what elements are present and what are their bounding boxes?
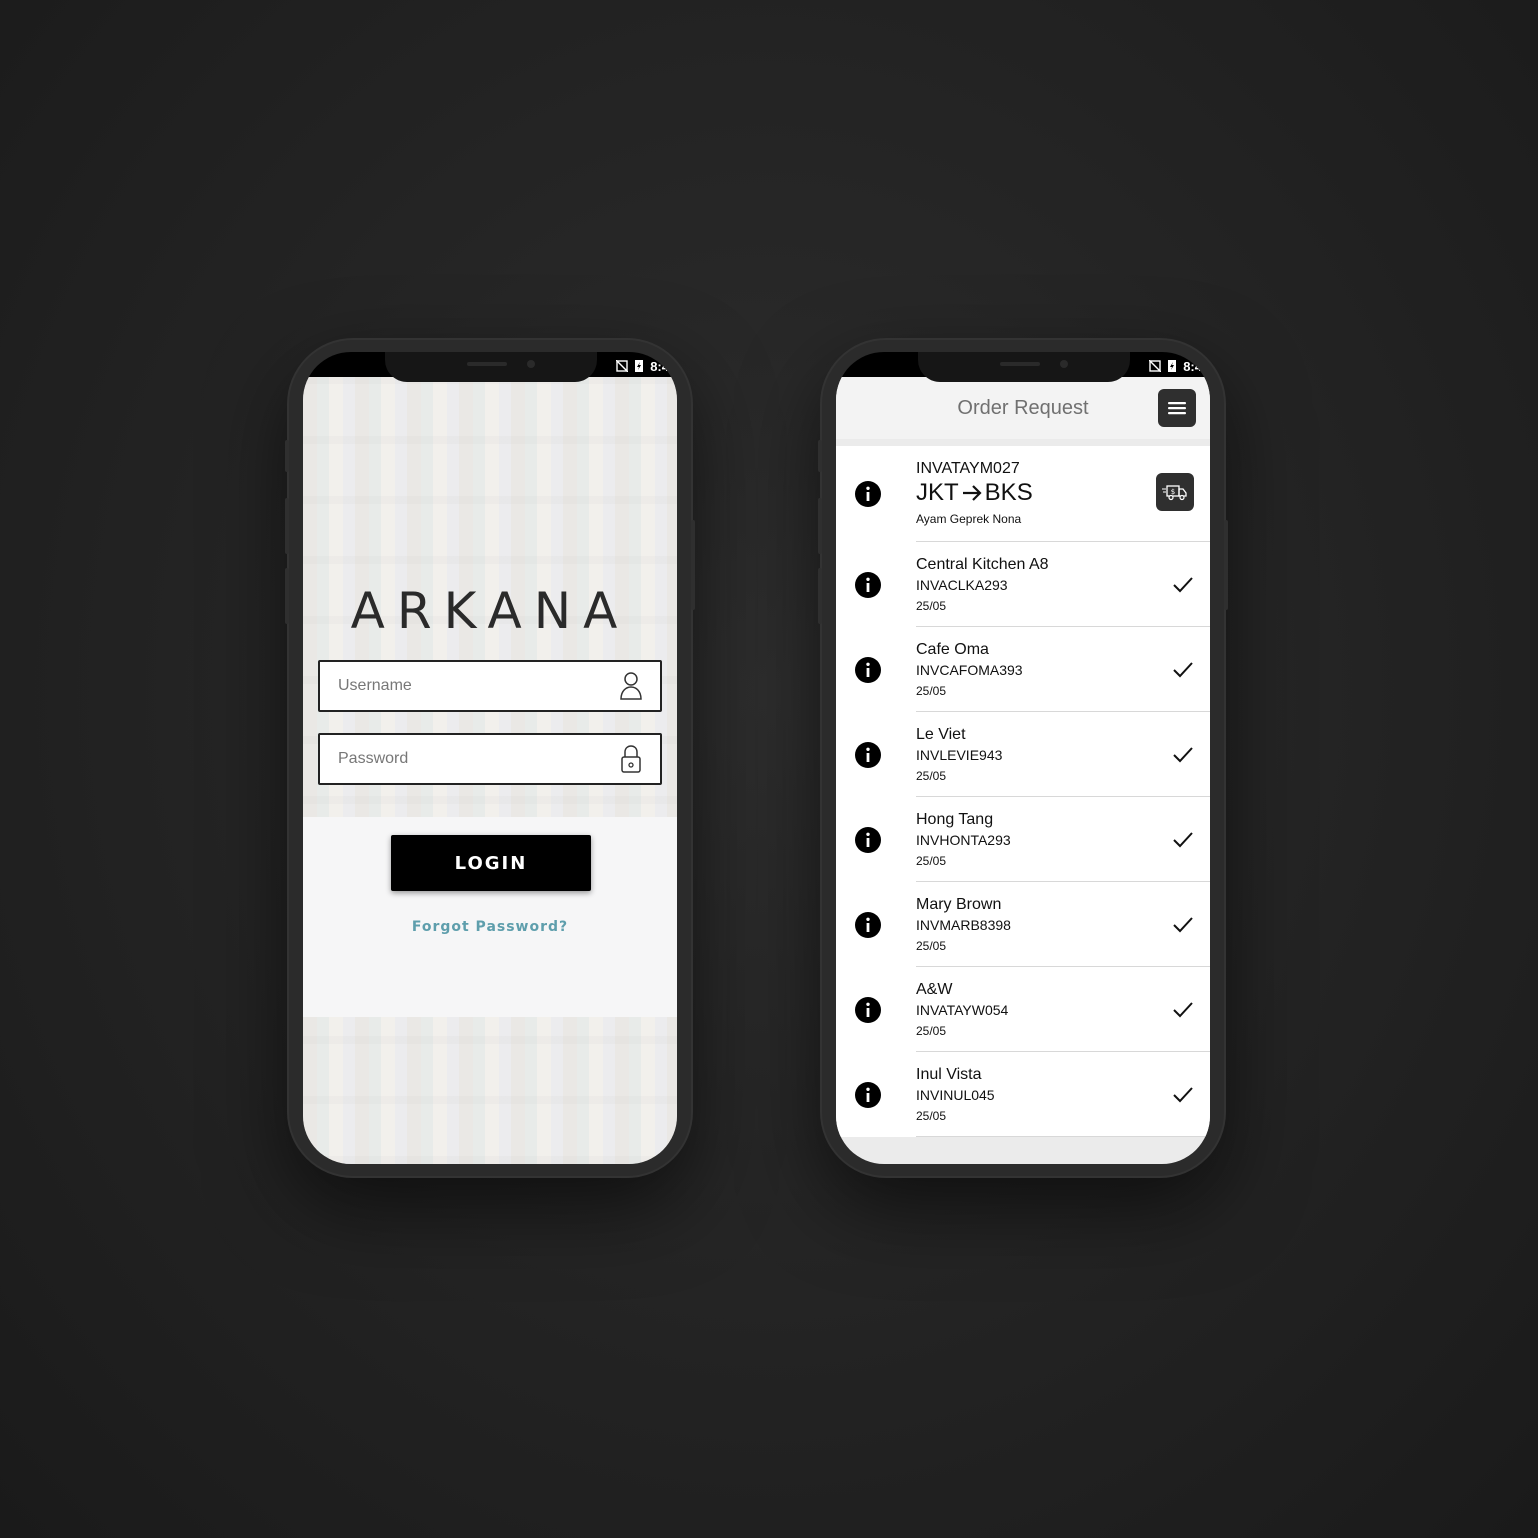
no-sim-icon <box>616 360 629 372</box>
info-icon[interactable] <box>854 656 882 684</box>
mute-switch <box>285 440 289 472</box>
status-bar: 8:4 <box>1149 356 1202 376</box>
order-invoice: INVATAYM027 <box>916 460 1020 477</box>
login-content: ARKANA LOGIN Forgot Password? <box>303 377 677 1164</box>
order-name: A&W <box>916 981 953 998</box>
orders-content: Order Request INVATAYM027 JKT BKS Ayam G… <box>836 377 1210 1164</box>
status-bar: 8:4 <box>616 356 669 376</box>
password-field[interactable] <box>318 733 662 785</box>
order-invoice: INVHONTA293 <box>916 832 1011 848</box>
order-invoice: INVACLKA293 <box>916 577 1008 593</box>
svg-text:$: $ <box>1171 488 1175 496</box>
order-row-featured[interactable]: INVATAYM027 JKT BKS Ayam Geprek Nona $ <box>836 446 1210 542</box>
order-invoice: INVLEVIE943 <box>916 747 1003 763</box>
order-rows: Central Kitchen A8 INVACLKA293 25/05 Caf… <box>836 542 1210 1137</box>
forgot-password-link[interactable]: Forgot Password? <box>303 919 677 935</box>
login-screen: 8:4 ARKANA LOGIN <box>303 352 677 1164</box>
order-name: Cafe Oma <box>916 641 989 658</box>
battery-charging-icon <box>635 360 644 372</box>
arrow-right-icon <box>962 485 982 501</box>
page-title: Order Request <box>957 397 1089 419</box>
route-origin: JKT <box>916 479 959 506</box>
check-icon <box>1173 662 1193 678</box>
phone-login: 8:4 ARKANA LOGIN <box>285 340 695 1176</box>
order-date: 25/05 <box>916 1109 947 1123</box>
order-row[interactable]: Cafe Oma INVCAFOMA393 25/05 <box>836 627 1210 712</box>
power-button <box>1224 520 1228 610</box>
delivery-truck-icon: $ <box>1162 485 1187 501</box>
volume-down-button <box>285 568 289 624</box>
order-invoice: INVMARB8398 <box>916 917 1011 933</box>
lock-icon <box>621 745 641 773</box>
battery-charging-icon <box>1168 360 1177 372</box>
check-icon <box>1173 747 1193 763</box>
order-date: 25/05 <box>916 769 947 783</box>
order-invoice: INVINUL045 <box>916 1087 995 1103</box>
order-invoice: INVCAFOMA393 <box>916 662 1023 678</box>
volume-down-button <box>818 568 822 624</box>
order-name: Central Kitchen A8 <box>916 556 1049 573</box>
password-input[interactable] <box>336 749 618 769</box>
no-sim-icon <box>1149 360 1162 372</box>
power-button <box>691 520 695 610</box>
check-icon <box>1173 577 1193 593</box>
menu-icon <box>1168 402 1186 415</box>
check-icon <box>1173 1087 1193 1103</box>
username-field[interactable] <box>318 660 662 712</box>
info-icon[interactable] <box>854 1081 882 1109</box>
mute-switch <box>818 440 822 472</box>
orders-screen: 8:4 Order Request INVATAYM027 JKT BKS Ay… <box>836 352 1210 1164</box>
info-icon[interactable] <box>854 826 882 854</box>
info-icon[interactable] <box>854 996 882 1024</box>
delivery-truck-button[interactable]: $ <box>1156 473 1194 511</box>
info-icon[interactable] <box>854 571 882 599</box>
order-row[interactable]: A&W INVATAYW054 25/05 <box>836 967 1210 1052</box>
order-customer: Ayam Geprek Nona <box>916 512 1022 526</box>
order-name: Inul Vista <box>916 1066 982 1083</box>
order-row[interactable]: Mary Brown INVMARB8398 25/05 <box>836 882 1210 967</box>
volume-up-button <box>818 498 822 554</box>
volume-up-button <box>285 498 289 554</box>
order-name: Hong Tang <box>916 811 994 828</box>
notch <box>385 352 597 382</box>
check-icon <box>1173 1002 1193 1018</box>
order-row[interactable]: Hong Tang INVHONTA293 25/05 <box>836 797 1210 882</box>
order-row[interactable]: Inul Vista INVINUL045 25/05 <box>836 1052 1210 1137</box>
order-date: 25/05 <box>916 599 947 613</box>
app-bar: Order Request <box>836 377 1210 439</box>
user-icon <box>620 672 642 700</box>
order-date: 25/05 <box>916 1024 947 1038</box>
order-date: 25/05 <box>916 939 947 953</box>
order-name: Le Viet <box>916 726 966 743</box>
order-invoice: INVATAYW054 <box>916 1002 1009 1018</box>
username-input[interactable] <box>336 676 618 696</box>
route-destination: BKS <box>984 479 1033 506</box>
check-icon <box>1173 832 1193 848</box>
menu-button[interactable] <box>1158 389 1196 427</box>
order-route: JKT BKS <box>916 479 1033 507</box>
order-row[interactable]: Le Viet INVLEVIE943 25/05 <box>836 712 1210 797</box>
notch <box>918 352 1130 382</box>
order-date: 25/05 <box>916 684 947 698</box>
info-icon[interactable] <box>854 480 882 508</box>
login-button[interactable]: LOGIN <box>391 835 591 891</box>
status-time: 8:4 <box>1183 358 1202 374</box>
order-list: INVATAYM027 JKT BKS Ayam Geprek Nona $ C… <box>836 446 1210 1137</box>
order-date: 25/05 <box>916 854 947 868</box>
info-icon[interactable] <box>854 911 882 939</box>
status-time: 8:4 <box>650 358 669 374</box>
arkana-logo: ARKANA <box>350 582 630 640</box>
order-row[interactable]: Central Kitchen A8 INVACLKA293 25/05 <box>836 542 1210 627</box>
order-name: Mary Brown <box>916 896 1002 913</box>
check-icon <box>1173 917 1193 933</box>
info-icon[interactable] <box>854 741 882 769</box>
phone-orders: 8:4 Order Request INVATAYM027 JKT BKS Ay… <box>818 340 1228 1176</box>
